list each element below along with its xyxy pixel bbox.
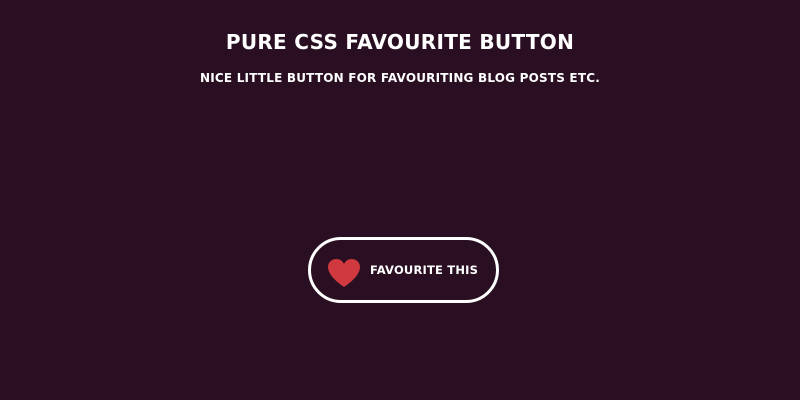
page-subtitle: NICE LITTLE BUTTON FOR FAVOURITING BLOG …	[200, 71, 600, 85]
favourite-button[interactable]: FAVOURITE THIS	[308, 237, 499, 303]
heart-icon	[328, 259, 360, 287]
page-title: PURE CSS FAVOURITE BUTTON	[225, 30, 575, 54]
favourite-button-label: FAVOURITE THIS	[370, 263, 479, 277]
page: PURE CSS FAVOURITE BUTTON NICE LITTLE BU…	[0, 0, 800, 400]
